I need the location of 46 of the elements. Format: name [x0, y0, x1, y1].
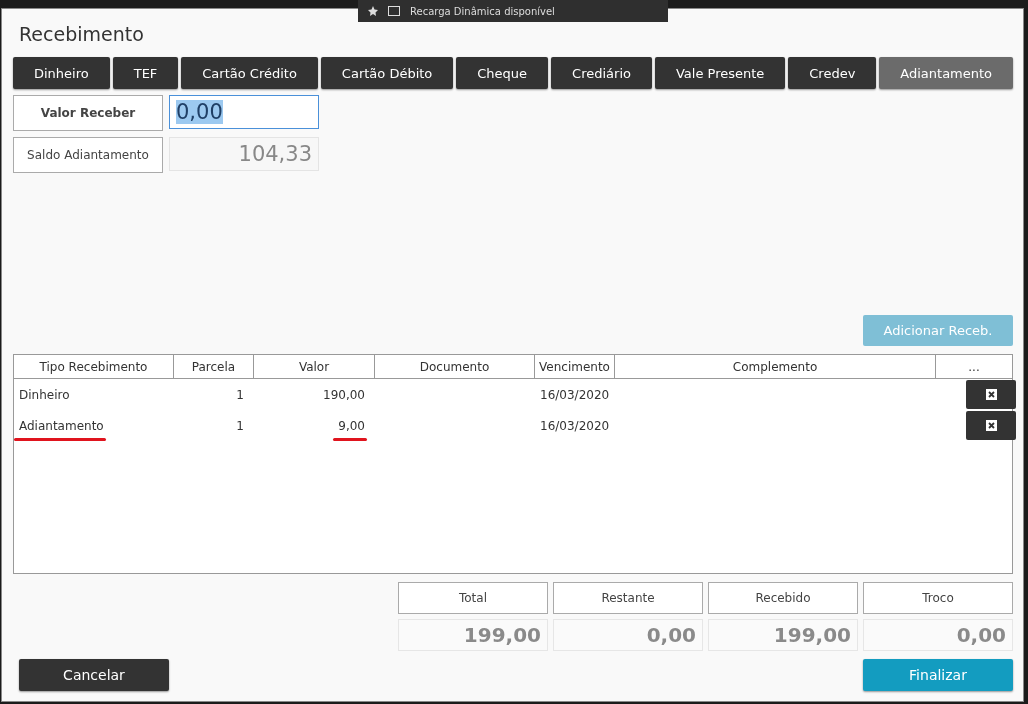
column-header: Parcela — [174, 355, 254, 378]
total-label: Total — [398, 582, 548, 614]
window-icon[interactable] — [388, 6, 400, 16]
table-cell: Adiantamento — [14, 418, 114, 433]
payment-tab[interactable]: Dinheiro — [13, 57, 110, 89]
total-label: Restante — [553, 582, 703, 614]
field-label: Saldo Adiantamento — [13, 137, 163, 173]
cancel-button[interactable]: Cancelar — [19, 659, 169, 691]
delete-button[interactable] — [966, 380, 1016, 409]
payment-tab[interactable]: Cheque — [456, 57, 549, 89]
close-icon — [985, 420, 997, 431]
total-value: 199,00 — [398, 619, 548, 651]
column-header: Complemento — [615, 355, 936, 378]
payment-tab[interactable]: Vale Presente — [654, 57, 786, 89]
total-label: Troco — [863, 582, 1013, 614]
table-cell-text: 16/03/2020 — [539, 418, 611, 433]
payment-tab[interactable]: Cartão Débito — [320, 57, 454, 89]
payment-tab[interactable]: Cartão Crédito — [181, 57, 318, 89]
column-header: Tipo Recebimento — [14, 355, 174, 378]
delete-button[interactable] — [966, 411, 1016, 440]
payment-tab[interactable]: Adiantamento — [879, 57, 1014, 89]
input-field[interactable]: 0,00 — [169, 95, 319, 129]
column-header: Documento — [375, 355, 535, 378]
column-header: Vencimento — [535, 355, 615, 378]
field-label: Valor Receber — [13, 95, 163, 131]
table-cell-text: 1 — [235, 387, 245, 402]
annotation-underline — [333, 437, 367, 441]
column-header: ... — [967, 358, 981, 376]
table-cell-text: 1 — [235, 418, 245, 433]
table-cell-text: 16/03/2020 — [539, 387, 611, 402]
total-value: 0,00 — [553, 619, 703, 651]
total-value: 199,00 — [708, 619, 858, 651]
payment-tab[interactable]: Credev — [788, 57, 877, 89]
close-icon — [985, 389, 997, 400]
table-cell-text: 190,00 — [322, 387, 366, 402]
column-header: Valor — [254, 355, 375, 378]
toolbar-notice[interactable]: Recarga Dinâmica disponível — [410, 5, 555, 17]
table-cell: 9,00 — [333, 418, 375, 433]
star-icon[interactable] — [368, 6, 378, 16]
dialog-title: Recebimento — [19, 23, 145, 45]
table-cell-text: Dinheiro — [18, 387, 71, 402]
payment-tab[interactable]: TEF — [112, 57, 179, 89]
total-value: 0,00 — [863, 619, 1013, 651]
total-label: Recebido — [708, 582, 858, 614]
payment-tab[interactable]: Crediário — [551, 57, 652, 89]
readonly-field: 104,33 — [169, 137, 319, 171]
